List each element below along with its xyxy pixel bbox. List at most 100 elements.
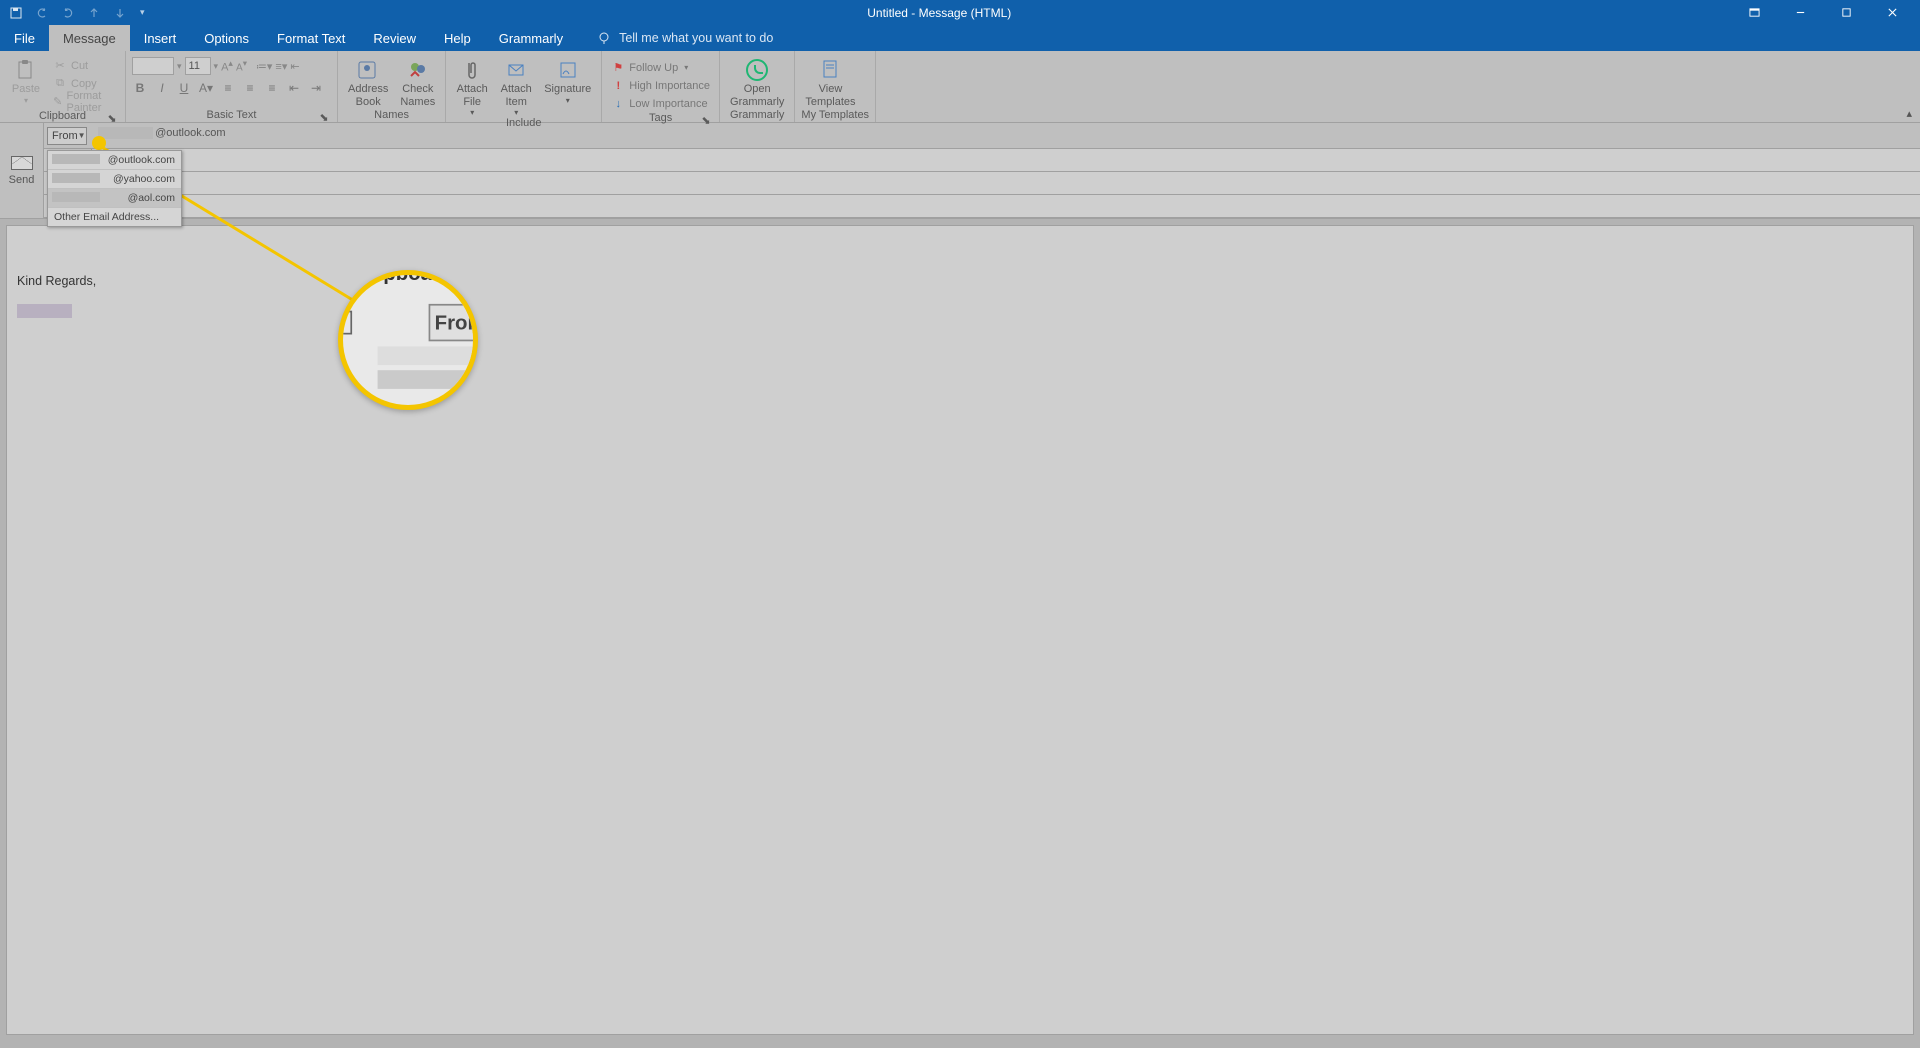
paperclip-icon: [458, 59, 486, 81]
signature-label: Signature: [544, 83, 591, 96]
paste-button[interactable]: Paste ▾: [6, 57, 46, 105]
tab-file[interactable]: File: [0, 25, 49, 51]
signature-text: Kind Regards,: [17, 274, 1903, 288]
align-right-icon[interactable]: ≡: [264, 81, 280, 95]
from-button[interactable]: From ▼: [47, 127, 87, 145]
tags-launcher-icon[interactable]: ⬊: [701, 114, 711, 124]
font-size-input[interactable]: [185, 57, 211, 75]
tab-message[interactable]: Message: [49, 25, 130, 51]
undo-icon[interactable]: [36, 7, 48, 19]
signature-name-redacted: [17, 304, 72, 318]
align-center-icon[interactable]: ≡: [242, 81, 258, 95]
arrow-down-icon: ↓: [611, 97, 625, 111]
indent-right-icon[interactable]: ⇥: [308, 81, 324, 95]
tab-options[interactable]: Options: [190, 25, 263, 51]
view-templates-label: View Templates: [805, 83, 855, 108]
close-icon[interactable]: [1872, 0, 1912, 25]
cc-input[interactable]: [92, 172, 1920, 194]
to-input[interactable]: [92, 149, 1920, 171]
from-dropdown: @outlook.com @yahoo.com @aol.com Other E…: [47, 150, 182, 227]
ribbon: Paste ▾ ✂Cut ⧉Copy ✎Format Painter Clipb…: [0, 51, 1920, 123]
templates-group-label: My Templates: [801, 109, 869, 122]
tell-me-search[interactable]: Tell me what you want to do: [597, 25, 773, 51]
from-option-other[interactable]: Other Email Address...: [48, 208, 181, 226]
ribbon-display-icon[interactable]: [1734, 0, 1774, 25]
flag-icon: ⚑: [611, 61, 625, 75]
address-book-button[interactable]: Address Book: [344, 57, 392, 108]
templates-icon: [816, 59, 844, 81]
indent-left-icon[interactable]: ⇤: [286, 81, 302, 95]
window-title: Untitled - Message (HTML): [145, 6, 1734, 20]
tab-review[interactable]: Review: [359, 25, 430, 51]
tab-format-text[interactable]: Format Text: [263, 25, 359, 51]
underline-icon[interactable]: U: [176, 81, 192, 95]
decrease-font-icon[interactable]: A▾: [236, 58, 247, 73]
cut-button[interactable]: ✂Cut: [50, 57, 119, 74]
copy-icon: ⧉: [53, 77, 67, 91]
tab-insert[interactable]: Insert: [130, 25, 191, 51]
grammarly-group-label: Grammarly: [726, 109, 788, 122]
magnifier-clipboard-label: Clipboard: [338, 270, 478, 299]
send-button[interactable]: Send: [0, 123, 44, 218]
up-icon[interactable]: [88, 7, 100, 19]
high-importance-button[interactable]: !High Importance: [608, 77, 713, 94]
grammarly-icon: [743, 59, 771, 81]
redo-icon[interactable]: [62, 7, 74, 19]
minimize-icon[interactable]: [1780, 0, 1820, 25]
attach-file-label: Attach File: [457, 83, 488, 108]
check-names-button[interactable]: Check Names: [396, 57, 439, 108]
compose-header: Send From ▼ @outlook.com: [0, 123, 1920, 219]
italic-icon[interactable]: I: [154, 81, 170, 95]
qat-customize-icon[interactable]: ▾: [140, 7, 145, 18]
quick-access-toolbar: ▾: [0, 7, 145, 19]
bold-icon[interactable]: B: [132, 81, 148, 95]
low-importance-button[interactable]: ↓Low Importance: [608, 95, 713, 112]
collapse-ribbon-icon[interactable]: ▴: [1906, 107, 1912, 120]
bulb-icon: [597, 31, 611, 45]
numbering-icon[interactable]: ≡▾: [275, 60, 287, 73]
tab-help[interactable]: Help: [430, 25, 485, 51]
message-body[interactable]: Kind Regards,: [6, 225, 1914, 1035]
basic-text-launcher-icon[interactable]: ⬊: [319, 111, 329, 121]
follow-up-label: Follow Up: [629, 62, 678, 74]
from-option-outlook[interactable]: @outlook.com: [48, 151, 181, 170]
attach-item-button[interactable]: Attach Item▾: [496, 57, 536, 117]
increase-font-icon[interactable]: A▴: [221, 58, 233, 74]
callout-anchor-dot: [92, 136, 106, 150]
tab-grammarly[interactable]: Grammarly: [485, 25, 577, 51]
maximize-icon[interactable]: [1826, 0, 1866, 25]
attach-file-button[interactable]: Attach File▾: [452, 57, 492, 117]
font-name-input[interactable]: [132, 57, 174, 75]
view-templates-button[interactable]: View Templates: [801, 57, 859, 108]
magnifier-from-button: From▼: [429, 304, 478, 341]
cut-icon: ✂: [53, 59, 67, 73]
font-color-icon[interactable]: A▾: [198, 81, 214, 95]
align-left-icon[interactable]: ≡: [220, 81, 236, 95]
format-painter-button[interactable]: ✎Format Painter: [50, 93, 119, 110]
open-grammarly-button[interactable]: Open Grammarly: [726, 57, 788, 108]
attach-item-label: Attach Item: [501, 83, 532, 108]
include-group-label: Include: [452, 117, 595, 130]
from-address-display: @outlook.com: [90, 123, 1920, 148]
exclamation-icon: !: [611, 79, 625, 93]
save-icon[interactable]: [10, 7, 22, 19]
subject-input[interactable]: [92, 195, 1920, 217]
down-icon[interactable]: [114, 7, 126, 19]
basic-text-group-label: Basic Text: [207, 109, 257, 121]
signature-button[interactable]: Signature ▾: [540, 57, 595, 105]
signature-icon: [554, 59, 582, 81]
from-option-aol[interactable]: @aol.com: [48, 189, 181, 208]
paste-label: Paste: [12, 83, 40, 96]
clipboard-launcher-icon[interactable]: ⬊: [107, 112, 117, 122]
from-option-yahoo[interactable]: @yahoo.com: [48, 170, 181, 189]
chevron-down-icon: ▼: [78, 131, 86, 140]
check-names-icon: [404, 59, 432, 81]
names-group-label: Names: [344, 109, 439, 122]
outdent-icon[interactable]: ⇤: [290, 60, 299, 73]
paste-icon: [12, 59, 40, 81]
send-label: Send: [9, 174, 35, 186]
ribbon-tabs: File Message Insert Options Format Text …: [0, 25, 1920, 51]
follow-up-button[interactable]: ⚑Follow Up▾: [608, 59, 713, 76]
copy-label: Copy: [71, 78, 97, 90]
bullets-icon[interactable]: ≔▾: [256, 60, 273, 73]
